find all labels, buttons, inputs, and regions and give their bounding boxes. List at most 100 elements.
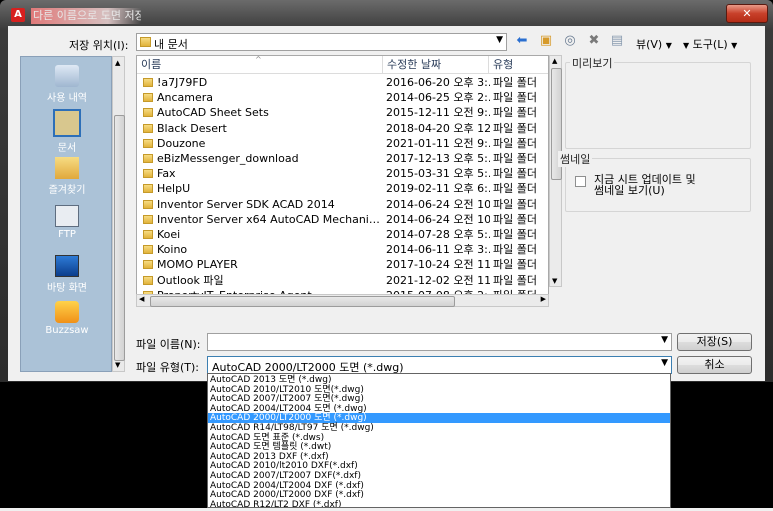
file-row[interactable]: HelpU 2019-02-11 오후 6:... 파일 폴더 (137, 181, 548, 196)
tools-label: 도구(L) (692, 38, 728, 51)
file-date-cell: 2014-06-25 오후 2:... (386, 91, 490, 105)
folder-icon (143, 245, 153, 255)
file-date-cell: 2014-06-24 오전 10... (386, 197, 490, 211)
file-row[interactable]: Koei 2014-07-28 오후 5:... 파일 폴더 (137, 227, 548, 242)
file-type-option[interactable]: AutoCAD 2013 도면 (*.dwg) (208, 375, 670, 385)
file-type-cell: 파일 폴더 (493, 182, 537, 196)
file-row[interactable]: Koino 2014-06-11 오후 3:... 파일 폴더 (137, 242, 548, 257)
column-header-label: 유형 (493, 58, 514, 71)
file-row[interactable]: Fax 2015-03-31 오후 5:... 파일 폴더 (137, 166, 548, 181)
update-thumbnail-checkbox[interactable] (575, 176, 586, 187)
new-folder-icon[interactable]: ▤ (609, 33, 625, 49)
file-name-cell: Ancamera (157, 91, 214, 105)
file-type-option[interactable]: AutoCAD 2010/lt2010 DXF(*.dxf) (208, 461, 670, 471)
places-scroll-thumb[interactable] (114, 115, 125, 361)
file-date-cell: 2019-02-11 오후 6:... (386, 182, 490, 196)
file-list[interactable]: 이름 ^ 수정한 날짜 유형 !a7J79FD 2016-06-20 오후 3:.… (136, 55, 549, 301)
column-header-name[interactable]: 이름 ^ (137, 56, 383, 74)
search-web-icon[interactable]: ◎ (562, 33, 578, 49)
file-type-option[interactable]: AutoCAD R14/LT98/LT97 도면 (*.dwg) (208, 423, 670, 433)
file-type-cell: 파일 폴더 (493, 197, 537, 211)
file-type-cell: 파일 폴더 (493, 76, 537, 89)
places-scrollbar[interactable]: ▲ ▼ (112, 56, 125, 372)
column-header-date[interactable]: 수정한 날짜 (383, 56, 489, 74)
save-button[interactable]: 저장(S) (677, 333, 752, 351)
chevron-down-icon: ▼ (683, 41, 690, 50)
folder-icon (143, 93, 153, 103)
place-label: FTP (58, 229, 76, 240)
place-favorites[interactable]: 즐겨찾기 (21, 157, 113, 196)
thumbnail-title: 썸네일 (558, 151, 593, 167)
delete-icon[interactable]: ✖ (586, 33, 602, 49)
place-history[interactable]: 사용 내역 (21, 65, 113, 104)
column-header-label: 이름 (141, 58, 162, 71)
file-row[interactable]: Inventor Server SDK ACAD 2014 2014-06-24 … (137, 197, 548, 212)
update-thumbnail-label-line2: 썸네일 보기(U) (594, 184, 665, 197)
close-button[interactable]: ✕ (726, 4, 768, 23)
cancel-button-label: 취소 (704, 358, 725, 371)
views-label: 뷰(V) (636, 38, 663, 51)
file-type-dropdown-list[interactable]: AutoCAD 2013 도면 (*.dwg) AutoCAD 2010/LT20… (207, 373, 671, 508)
autocad-logo-icon: A (11, 8, 25, 22)
file-type-cell: 파일 폴더 (493, 212, 537, 226)
file-row[interactable]: AutoCAD Sheet Sets 2015-12-11 오전 9:... 파일 … (137, 105, 548, 120)
place-label: 즐겨찾기 (48, 185, 86, 196)
up-folder-icon[interactable]: ▣ (538, 33, 554, 49)
file-name-cell: MOMO PLAYER (157, 258, 238, 272)
file-date-cell: 2015-12-11 오전 9:... (386, 106, 490, 120)
desktop-icon (55, 255, 79, 277)
file-type-select[interactable]: AutoCAD 2000/LT2000 도면 (*.dwg) ▼ (207, 356, 672, 374)
file-name-cell: Outlook 파일 (157, 273, 224, 287)
preview-box: 미리보기 (565, 55, 751, 149)
place-buzzsaw[interactable]: Buzzsaw (21, 301, 113, 336)
file-type-option[interactable]: AutoCAD 2007/LT2007 DXF(*.dxf) (208, 471, 670, 481)
tools-menu[interactable]: ▼ 도구(L) ▼ (683, 36, 737, 52)
places-bar: 사용 내역 문서 즐겨찾기 FTP 바탕 화면 Buzzsaw (20, 56, 112, 372)
column-header-type[interactable]: 유형 (489, 56, 548, 74)
file-list-hscrollbar[interactable]: ◀ ▶ (136, 294, 549, 307)
scroll-up-icon: ▲ (115, 59, 121, 67)
place-label: Buzzsaw (45, 325, 89, 336)
file-row[interactable]: Black Desert 2018-04-20 오후 12...파일 폴더 (137, 121, 548, 136)
file-row[interactable]: Outlook 파일 2021-12-02 오전 11...파일 폴더 (137, 273, 548, 288)
title-bar[interactable]: A 다른 이름으로 도면 저장 ✕ (0, 0, 773, 26)
file-type-option[interactable]: AutoCAD R12/LT2 DXF (*.dxf) (208, 500, 670, 507)
chevron-down-icon: ▼ (496, 35, 503, 45)
file-type-option[interactable]: AutoCAD 2007/LT2007 도면(*.dwg) (208, 394, 670, 404)
file-list-vscrollbar[interactable]: ▲ ▼ (549, 55, 562, 287)
file-row[interactable]: Ancamera 2014-06-25 오후 2:... 파일 폴더 (137, 90, 548, 105)
chevron-down-icon: ▼ (661, 358, 668, 368)
file-date-cell: 2016-06-20 오후 3:... (386, 76, 490, 89)
file-type-option[interactable]: AutoCAD 2013 DXF (*.dxf) (208, 452, 670, 462)
file-type-cell: 파일 폴더 (493, 273, 537, 287)
file-name-input[interactable]: ▼ (207, 333, 672, 351)
file-row[interactable]: !a7J79FD 2016-06-20 오후 3:... 파일 폴더 (137, 75, 548, 90)
scroll-right-icon: ▶ (540, 295, 546, 303)
file-type-cell: 파일 폴더 (493, 258, 537, 272)
file-type-option[interactable]: AutoCAD 2000/LT2000 DXF (*.dxf) (208, 490, 670, 500)
file-date-cell: 2017-12-13 오후 5:... (386, 152, 490, 165)
file-type-option[interactable]: AutoCAD 도면 템플릿 (*.dwt) (208, 442, 670, 452)
file-type-option[interactable]: AutoCAD 2004/LT2004 DXF (*.dxf) (208, 481, 670, 491)
back-icon[interactable]: ⬅ (514, 33, 530, 49)
file-type-cell: 파일 폴더 (493, 106, 537, 120)
buzzsaw-icon (55, 301, 79, 323)
file-row[interactable]: MOMO PLAYER 2017-10-24 오전 11...파일 폴더 (137, 257, 548, 272)
place-label: 문서 (57, 143, 77, 154)
place-label: 사용 내역 (47, 93, 87, 104)
save-in-combo[interactable]: 내 문서 ▼ (136, 33, 507, 51)
file-row[interactable]: Inventor Server x64 AutoCAD Mechanical 2… (137, 212, 548, 227)
file-row[interactable]: Douzone 2021-01-11 오전 9:... 파일 폴더 (137, 136, 548, 151)
folder-icon (143, 154, 153, 163)
file-type-cell: 파일 폴더 (493, 243, 537, 257)
cancel-button[interactable]: 취소 (677, 356, 752, 374)
file-list-hscroll-thumb[interactable] (150, 296, 455, 307)
views-menu[interactable]: 뷰(V) ▼ (636, 36, 672, 52)
file-type-option[interactable]: AutoCAD 2000/LT2000 도면 (*.dwg) (208, 413, 670, 424)
place-ftp[interactable]: FTP (21, 205, 113, 240)
file-name-cell: Fax (157, 167, 176, 181)
file-name-cell: Inventor Server x64 AutoCAD Mechanical 2… (157, 212, 383, 226)
file-row[interactable]: eBizMessenger_download 2017-12-13 오후 5:..… (137, 151, 548, 166)
place-desktop[interactable]: 바탕 화면 (21, 255, 113, 294)
place-documents[interactable]: 문서 (21, 109, 113, 154)
